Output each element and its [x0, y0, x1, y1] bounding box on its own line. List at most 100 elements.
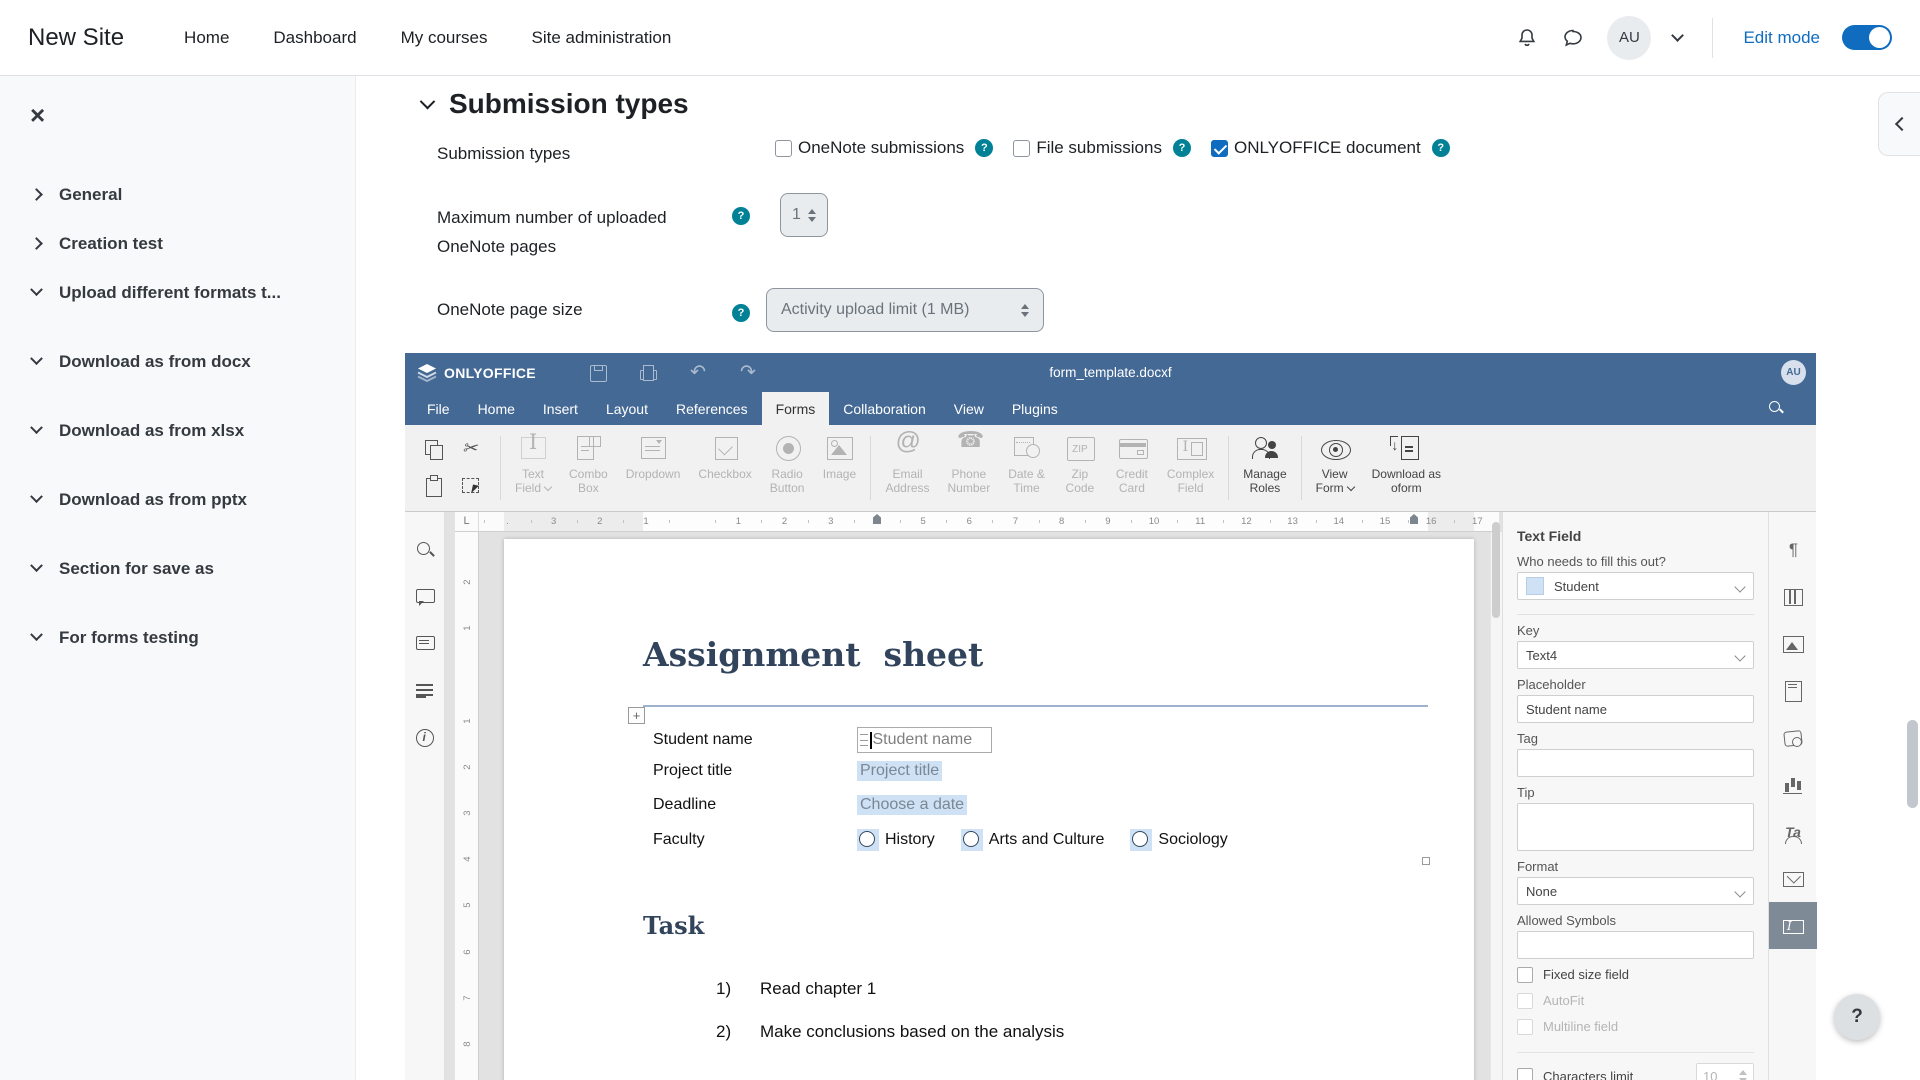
checkbox-box[interactable] [1013, 139, 1031, 157]
clipboard-button[interactable] [415, 468, 453, 504]
sidebar-item[interactable]: For forms testing [30, 613, 325, 662]
help-icon[interactable]: ? [732, 207, 750, 225]
sidebar-item[interactable]: Upload different formats t... [30, 268, 325, 317]
placeholder-input[interactable]: Student name [1517, 695, 1754, 723]
open-block-drawer-button[interactable] [1878, 92, 1920, 156]
close-drawer-icon[interactable]: × [30, 102, 325, 128]
characters-limit-spinner[interactable]: 10 [1696, 1063, 1754, 1080]
panel-checkbox-row[interactable]: AutoFit [1517, 989, 1754, 1012]
editor-menu-tab[interactable]: Plugins [998, 392, 1072, 425]
collapse-section-chevron-icon[interactable] [419, 93, 436, 109]
view-form-button[interactable]: View Form [1307, 430, 1363, 506]
table-resize-marker[interactable] [1422, 857, 1430, 865]
tab-stop-selector[interactable]: L [455, 512, 479, 531]
notifications-bell-icon[interactable] [1515, 26, 1539, 50]
editor-menu-tab[interactable]: Insert [529, 392, 592, 425]
checkbox-box[interactable] [1517, 966, 1533, 983]
task-list-item[interactable]: 2) Make conclusions based on the analysi… [716, 1022, 1064, 1042]
editor-menu-tab[interactable]: Collaboration [829, 392, 940, 425]
toolbar-field-button[interactable]: Zip Code [1054, 430, 1106, 506]
sidebar-item[interactable]: General [30, 170, 325, 219]
chevron-icon[interactable] [30, 237, 43, 250]
radio-form-field[interactable]: Sociology [1130, 829, 1228, 851]
checkbox-box[interactable] [1517, 992, 1533, 1009]
chevron-icon[interactable] [30, 628, 43, 642]
right-panel-tab[interactable] [1769, 714, 1817, 761]
task-heading[interactable]: Task [643, 911, 704, 940]
edit-mode-toggle[interactable] [1842, 25, 1892, 50]
toolbar-field-button[interactable]: Checkbox [689, 430, 760, 506]
site-brand[interactable]: New Site [28, 24, 124, 52]
editor-search-icon[interactable] [1768, 400, 1784, 416]
document-scrollbar-thumb[interactable] [1492, 522, 1500, 618]
clipboard-button[interactable] [453, 468, 491, 504]
toolbar-field-button[interactable]: Combo Box [560, 430, 617, 506]
panel-checkbox-row[interactable]: Multiline field [1517, 1015, 1754, 1038]
chevron-icon[interactable] [30, 490, 43, 504]
right-panel-tab[interactable] [1769, 573, 1817, 620]
task-list-item[interactable]: 1) Read chapter 1 [716, 979, 876, 999]
radio-form-field[interactable]: History [857, 829, 935, 851]
sidebar-item[interactable]: Download as from xlsx [30, 406, 325, 455]
checkbox-box[interactable] [1517, 1018, 1533, 1035]
toolbar-field-button[interactable]: Phone Number [939, 430, 1000, 506]
left-toolbar-button[interactable] [405, 573, 445, 620]
editor-menu-tab[interactable]: Layout [592, 392, 662, 425]
sidebar-item[interactable]: Download as from docx [30, 337, 325, 386]
key-select[interactable]: Text4 [1517, 641, 1754, 669]
panel-checkbox-row[interactable]: Fixed size field [1517, 963, 1754, 986]
checkbox-box[interactable] [1517, 1068, 1533, 1080]
sidebar-item[interactable]: Download as from pptx [30, 475, 325, 524]
undo-icon[interactable]: ↶ [688, 362, 708, 383]
editor-menu-tab[interactable]: Forms [761, 392, 830, 425]
right-panel-tab[interactable] [1769, 761, 1817, 808]
clipboard-button[interactable] [415, 432, 453, 468]
document-title[interactable]: Assignment sheet [643, 635, 983, 674]
manage-roles-button[interactable]: Manage Roles [1234, 430, 1295, 506]
radio-button-icon[interactable] [960, 829, 983, 851]
checkbox-file-submissions[interactable]: File submissions ? [1013, 138, 1191, 158]
nav-item[interactable]: Site administration [532, 28, 672, 48]
chevron-icon[interactable] [30, 188, 43, 201]
toolbar-field-button[interactable]: Dropdown [617, 430, 690, 506]
page-size-select[interactable]: Activity upload limit (1 MB) [766, 288, 1044, 332]
left-toolbar-button[interactable] [405, 714, 445, 761]
editor-menu-tab[interactable]: View [940, 392, 998, 425]
download-as-oform-button[interactable]: Download as oform [1363, 430, 1450, 506]
editor-menu-tab[interactable]: File [413, 392, 464, 425]
tip-textarea[interactable] [1517, 803, 1754, 851]
right-panel-tab[interactable]: Ta [1769, 808, 1817, 855]
horizontal-ruler[interactable]: .3211234567891011121314151617 L [455, 512, 1499, 532]
clipboard-button[interactable] [453, 432, 491, 468]
toolbar-field-button[interactable]: Date & Time [999, 430, 1054, 506]
document-page[interactable]: Assignment sheet + Student name Student … [504, 539, 1474, 1080]
vertical-ruler[interactable]: 21123456789 [455, 532, 479, 1080]
right-panel-tab[interactable] [1769, 855, 1817, 902]
format-select[interactable]: None [1517, 877, 1754, 905]
checkbox-onenote-submissions[interactable]: OneNote submissions ? [775, 138, 994, 158]
right-panel-tab[interactable] [1769, 620, 1817, 667]
text-form-field[interactable]: Student name [857, 727, 992, 753]
chevron-icon[interactable] [30, 421, 43, 435]
help-icon[interactable]: ? [1431, 139, 1450, 157]
print-icon[interactable] [638, 363, 658, 383]
checkbox-box-checked[interactable] [1210, 139, 1228, 157]
toolbar-field-button[interactable]: Text Field [506, 430, 560, 506]
toolbar-field-button[interactable]: Email Address [876, 430, 938, 506]
help-icon[interactable]: ? [732, 304, 750, 322]
right-panel-tab[interactable] [1769, 902, 1817, 949]
left-toolbar-button[interactable] [405, 620, 445, 667]
nav-item[interactable]: Dashboard [273, 28, 356, 48]
nav-item[interactable]: Home [184, 28, 229, 48]
text-form-field-highlighted[interactable]: Project title [857, 761, 943, 781]
user-avatar[interactable]: AU [1607, 15, 1652, 60]
right-panel-tab[interactable]: ¶ [1769, 526, 1817, 573]
tag-input[interactable] [1517, 749, 1754, 777]
checkbox-onlyoffice-document[interactable]: ONLYOFFICE document ? [1210, 138, 1450, 158]
chevron-icon[interactable] [30, 559, 43, 573]
help-button[interactable]: ? [1834, 994, 1880, 1040]
left-toolbar-button[interactable] [405, 526, 445, 573]
help-icon[interactable]: ? [975, 139, 994, 157]
radio-form-field[interactable]: Arts and Culture [960, 829, 1104, 851]
date-form-field[interactable]: Choose a date [857, 795, 968, 815]
